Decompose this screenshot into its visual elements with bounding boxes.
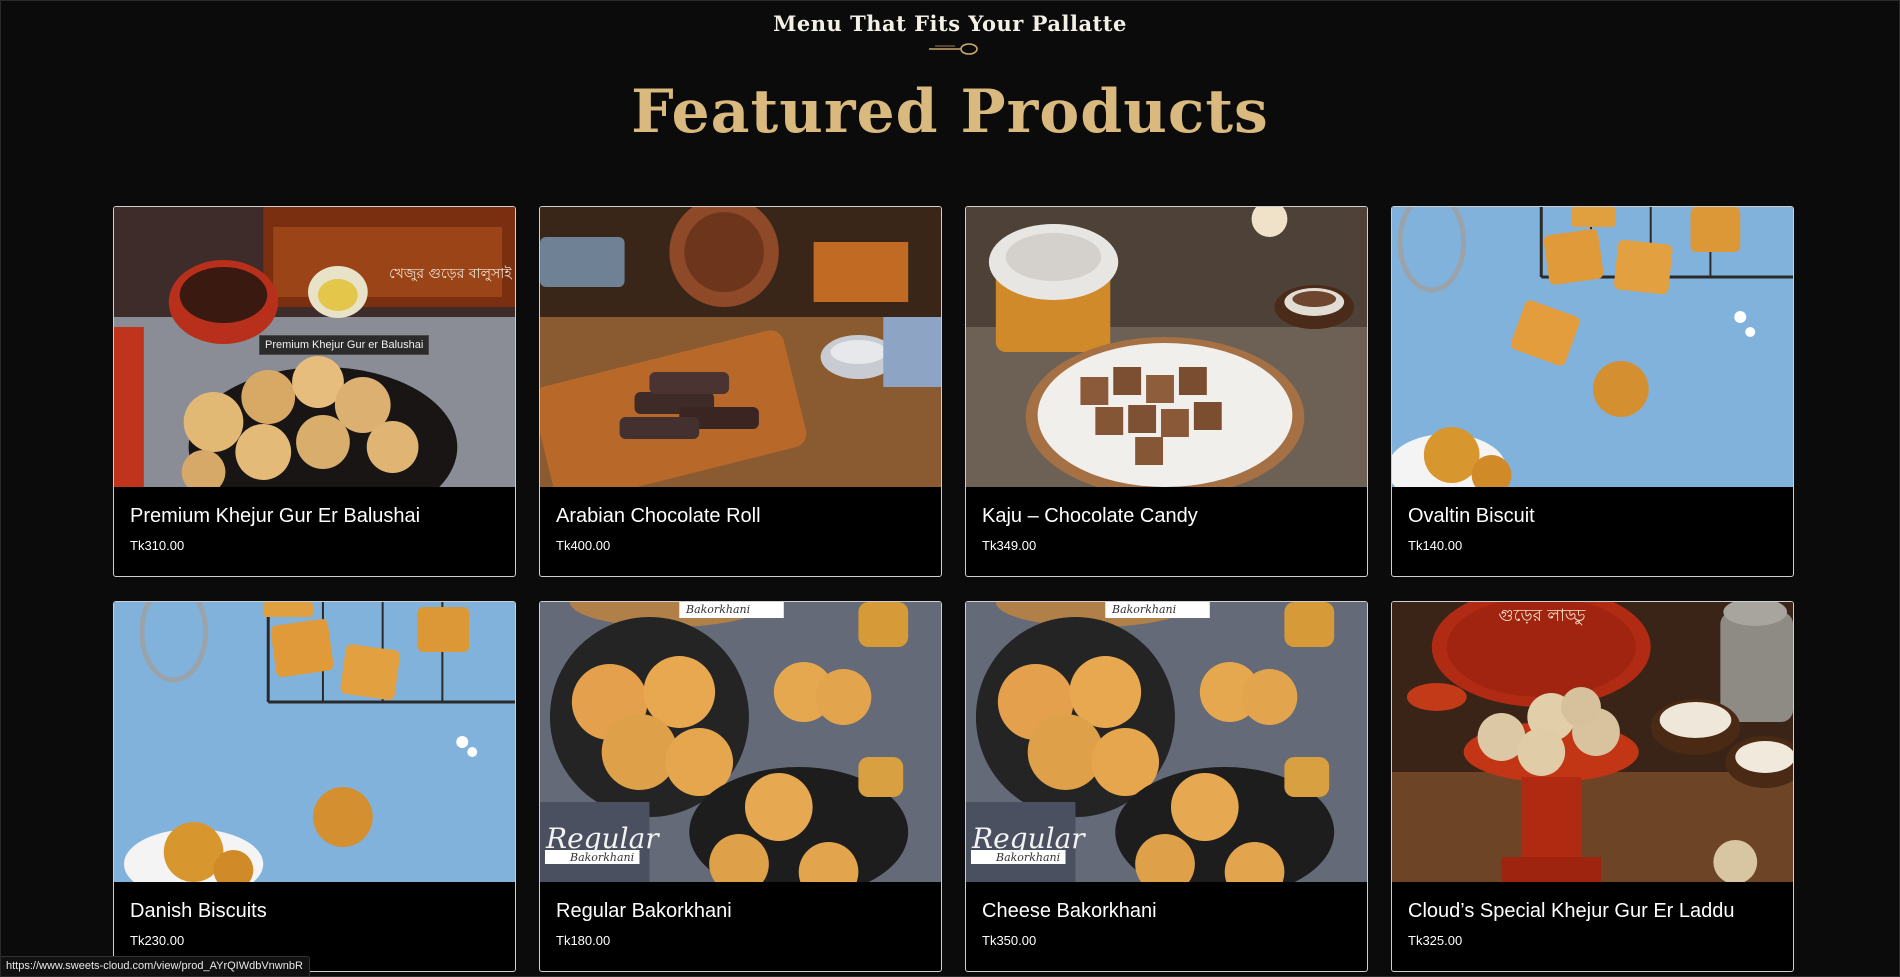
product-image[interactable]: Bakorkhani Regular Bakorkhani (966, 602, 1367, 882)
product-image[interactable] (540, 207, 941, 487)
product-image[interactable] (966, 207, 1367, 487)
product-name[interactable]: Regular Bakorkhani (556, 900, 732, 923)
product-name[interactable]: Cheese Bakorkhani (982, 900, 1157, 923)
product-photo-label: খেজুর গুড়ের বালুসাই (389, 266, 512, 282)
product-image[interactable]: গুড়ের লাড্ডু (1392, 602, 1793, 882)
product-price: Tk350.00 (982, 933, 1037, 948)
product-image[interactable] (1392, 207, 1793, 487)
product-card[interactable]: Kaju – Chocolate Candy Tk349.00 (965, 206, 1368, 577)
product-card[interactable]: খেজুর গুড়ের বালুসাই Premium Khejur Gur … (113, 206, 516, 577)
product-name[interactable]: Danish Biscuits (130, 900, 267, 923)
hover-tooltip: Premium Khejur Gur er Balushai (259, 335, 430, 355)
product-grid: খেজুর গুড়ের বালুসাই Premium Khejur Gur … (113, 206, 1794, 972)
product-photo-top-label: Bakorkhani (686, 603, 751, 616)
product-image[interactable]: খেজুর গুড়ের বালুসাই Premium Khejur Gur … (114, 207, 515, 487)
product-price: Tk230.00 (130, 933, 185, 948)
page-title: Featured Products (631, 77, 1269, 147)
product-photo-label: গুড়ের লাড্ডু (1498, 606, 1586, 626)
product-image[interactable] (114, 602, 515, 882)
product-card[interactable]: গুড়ের লাড্ডু Cloud’s Special Khejur Gur… (1391, 601, 1794, 972)
product-price: Tk180.00 (556, 933, 611, 948)
product-card[interactable]: Ovaltin Biscuit Tk140.00 (1391, 206, 1794, 577)
product-card[interactable]: Arabian Chocolate Roll Tk400.00 (539, 206, 942, 577)
product-name[interactable]: Premium Khejur Gur Er Balushai (130, 505, 420, 528)
product-name[interactable]: Ovaltin Biscuit (1408, 505, 1535, 528)
product-photo-top-label: Bakorkhani (1112, 603, 1177, 616)
product-image[interactable]: Bakorkhani Regular Bakorkhani (540, 602, 941, 882)
product-price: Tk325.00 (1408, 933, 1463, 948)
product-price: Tk400.00 (556, 538, 611, 553)
product-price: Tk310.00 (130, 538, 185, 553)
product-name[interactable]: Kaju – Chocolate Candy (982, 505, 1198, 528)
product-name[interactable]: Arabian Chocolate Roll (556, 505, 761, 528)
product-photo-sublabel: Bakorkhani (570, 851, 635, 864)
status-bar-url: https://www.sweets-cloud.com/view/prod_A… (1, 956, 310, 976)
product-price: Tk349.00 (982, 538, 1037, 553)
product-card[interactable]: Bakorkhani Regular Bakorkhani Cheese Bak… (965, 601, 1368, 972)
section-tagline: Menu That Fits Your Pallatte (773, 11, 1127, 36)
product-photo-sublabel: Bakorkhani (996, 851, 1061, 864)
spoon-divider-icon (929, 43, 978, 55)
product-price: Tk140.00 (1408, 538, 1463, 553)
product-name[interactable]: Cloud’s Special Khejur Gur Er Laddu (1408, 900, 1734, 923)
product-card[interactable]: Danish Biscuits Tk230.00 (113, 601, 516, 972)
product-card[interactable]: Bakorkhani Regular Bakorkhani Regular Ba… (539, 601, 942, 972)
